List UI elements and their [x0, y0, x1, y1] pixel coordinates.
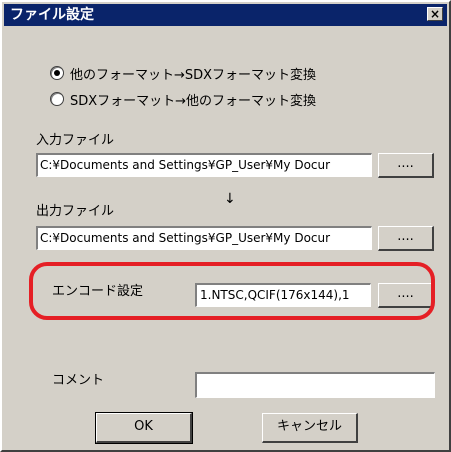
output-file-label: 出力ファイル: [36, 204, 115, 219]
radio-unchecked-icon[interactable]: [50, 92, 64, 106]
input-browse-label: ....: [397, 156, 414, 171]
cancel-label: キャンセル: [276, 419, 342, 434]
output-browse-label: ....: [397, 229, 414, 244]
radio-checked-icon[interactable]: [50, 66, 64, 80]
radio-label-to-sdx: 他のフォーマット→SDXフォーマット変換: [70, 68, 317, 83]
ok-button[interactable]: OK: [95, 412, 193, 444]
cancel-button[interactable]: キャンセル: [262, 413, 358, 443]
ok-label: OK: [134, 419, 153, 434]
down-arrow-icon: ↓: [224, 191, 236, 207]
radio-option-from-sdx[interactable]: SDXフォーマット→他のフォーマット変換: [50, 92, 316, 110]
file-settings-dialog: ファイル設定 × 他のフォーマット→SDXフォーマット変換 SDXフォーマット→…: [0, 0, 451, 452]
comment-label: コメント: [52, 373, 105, 388]
close-button[interactable]: ×: [427, 7, 443, 21]
comment-field[interactable]: [195, 372, 435, 398]
output-browse-button[interactable]: ....: [378, 226, 434, 251]
title-bar[interactable]: ファイル設定 ×: [4, 4, 447, 26]
input-file-label: 入力ファイル: [36, 133, 115, 148]
output-file-field[interactable]: C:¥Documents and Settings¥GP_User¥My Doc…: [36, 226, 372, 250]
input-file-field[interactable]: C:¥Documents and Settings¥GP_User¥My Doc…: [36, 153, 372, 177]
radio-option-to-sdx[interactable]: 他のフォーマット→SDXフォーマット変換: [50, 66, 316, 84]
encode-highlight-ring: [29, 262, 435, 320]
input-browse-button[interactable]: ....: [378, 153, 434, 178]
window-title: ファイル設定: [10, 7, 94, 23]
close-icon: ×: [429, 7, 441, 21]
radio-label-from-sdx: SDXフォーマット→他のフォーマット変換: [70, 94, 317, 109]
